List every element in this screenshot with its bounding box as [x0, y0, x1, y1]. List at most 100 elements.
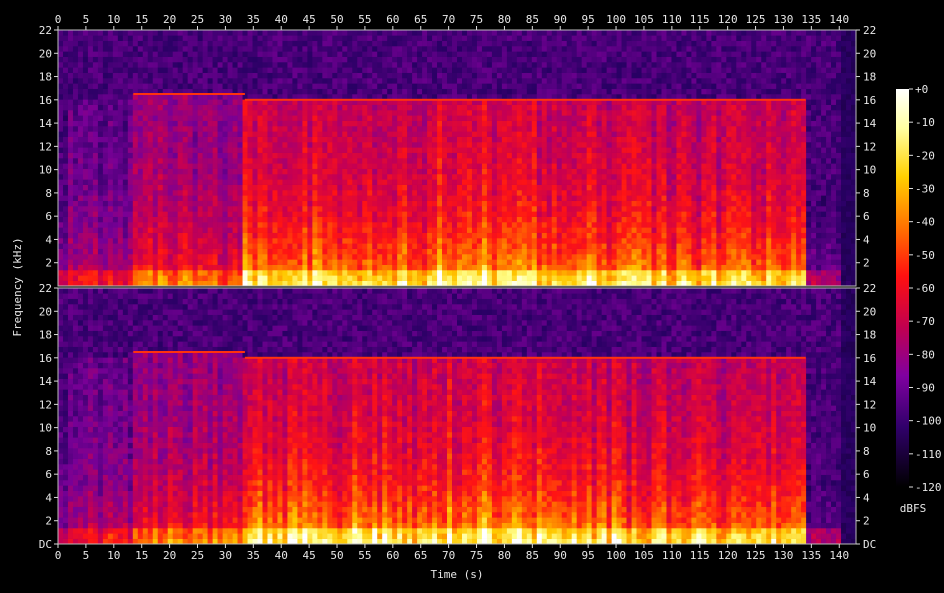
heatmap-cell — [77, 126, 84, 132]
heatmap-cell — [501, 136, 508, 143]
heatmap-cell — [187, 168, 193, 175]
heatmap-cell — [432, 62, 438, 68]
heatmap-cell — [72, 120, 79, 127]
heatmap-cell — [232, 120, 238, 127]
heatmap-cell — [546, 131, 553, 137]
heatmap-cell — [377, 62, 383, 68]
heatmap-cell — [147, 227, 154, 233]
heatmap-cell — [536, 152, 543, 159]
heatmap-cell — [227, 110, 233, 116]
heatmap-cell — [132, 120, 139, 127]
heatmap-cell — [262, 254, 268, 260]
heatmap-cell — [536, 115, 543, 121]
heatmap-cell — [262, 184, 268, 191]
heatmap-cell — [312, 280, 318, 287]
heatmap-cell — [466, 174, 473, 180]
heatmap-cell — [62, 270, 69, 276]
heatmap-cell — [112, 126, 119, 132]
heatmap-cell — [192, 232, 198, 239]
heatmap-cell — [561, 67, 568, 73]
heatmap-cell — [491, 51, 498, 57]
heatmap-cell — [82, 72, 89, 79]
heatmap-cell — [137, 238, 144, 244]
heatmap-cell — [172, 99, 178, 105]
heatmap-cell — [87, 72, 94, 79]
heatmap-cell — [471, 120, 478, 127]
heatmap-cell — [377, 35, 383, 41]
heatmap-cell — [337, 275, 343, 281]
heatmap-cell — [452, 270, 458, 276]
heatmap-cell — [72, 280, 79, 287]
heatmap-cell — [137, 46, 144, 52]
heatmap-cell — [342, 238, 348, 244]
heatmap-cell — [182, 259, 188, 265]
heatmap-cell — [566, 51, 573, 57]
heatmap-cell — [526, 264, 533, 271]
heatmap-cell — [392, 275, 398, 281]
heatmap-cell — [232, 254, 238, 260]
heatmap-cell — [332, 206, 338, 212]
heatmap-cell — [252, 238, 258, 244]
heatmap-cell — [67, 104, 74, 111]
heatmap-cell — [77, 227, 84, 233]
heatmap-cell — [541, 248, 548, 255]
heatmap-cell — [352, 126, 358, 132]
heatmap-cell — [142, 280, 149, 287]
heatmap-cell — [571, 78, 577, 84]
heatmap-cell — [357, 158, 363, 164]
heatmap-cell — [207, 168, 213, 175]
heatmap-cell — [491, 115, 498, 121]
heatmap-cell — [152, 126, 159, 132]
heatmap-cell — [471, 35, 478, 41]
heatmap-cell — [242, 275, 248, 281]
heatmap-cell — [387, 238, 393, 244]
heatmap-cell — [292, 88, 298, 95]
heatmap-cell — [387, 131, 393, 137]
heatmap-cell — [277, 179, 283, 185]
heatmap-cell — [511, 62, 518, 68]
heatmap-cell — [247, 40, 253, 47]
heatmap-cell — [417, 184, 423, 191]
heatmap-cell — [182, 56, 188, 63]
heatmap-cell — [342, 270, 348, 276]
heatmap-cell — [506, 104, 513, 111]
heatmap-cell — [58, 280, 64, 287]
heatmap-cell — [197, 168, 203, 175]
heatmap-cell — [481, 280, 488, 287]
heatmap-cell — [107, 104, 114, 111]
heatmap-cell — [322, 179, 328, 185]
heatmap-cell — [147, 99, 154, 105]
heatmap-cell — [82, 67, 89, 73]
heatmap-cell — [476, 120, 483, 127]
heatmap-cell — [521, 275, 528, 281]
heatmap-cell — [157, 142, 164, 148]
heatmap-cell — [182, 280, 188, 287]
heatmap-cell — [432, 136, 438, 143]
heatmap-cell — [447, 275, 453, 281]
heatmap-cell — [332, 110, 338, 116]
heatmap-cell — [317, 254, 323, 260]
heatmap-cell — [342, 30, 348, 36]
heatmap-cell — [212, 264, 218, 271]
heatmap-cell — [452, 147, 458, 153]
heatmap-cell — [162, 195, 169, 201]
heatmap-cell — [137, 168, 144, 175]
heatmap-cell — [521, 211, 528, 217]
heatmap-cell — [187, 51, 193, 57]
heatmap-cell — [292, 120, 298, 127]
heatmap-cell — [132, 83, 139, 89]
heatmap-cell — [347, 46, 353, 52]
heatmap-cell — [531, 136, 538, 143]
heatmap-cell — [377, 142, 383, 148]
heatmap-cell — [207, 147, 213, 153]
heatmap-cell — [67, 222, 74, 228]
heatmap-cell — [471, 78, 478, 84]
heatmap-cell — [142, 206, 149, 212]
heatmap-cell — [117, 72, 124, 79]
heatmap-cell — [402, 35, 408, 41]
heatmap-cell — [77, 238, 84, 244]
heatmap-cell — [67, 99, 74, 105]
heatmap-cell — [58, 184, 64, 191]
heatmap-cell — [222, 56, 228, 63]
heatmap-cell — [182, 264, 188, 271]
